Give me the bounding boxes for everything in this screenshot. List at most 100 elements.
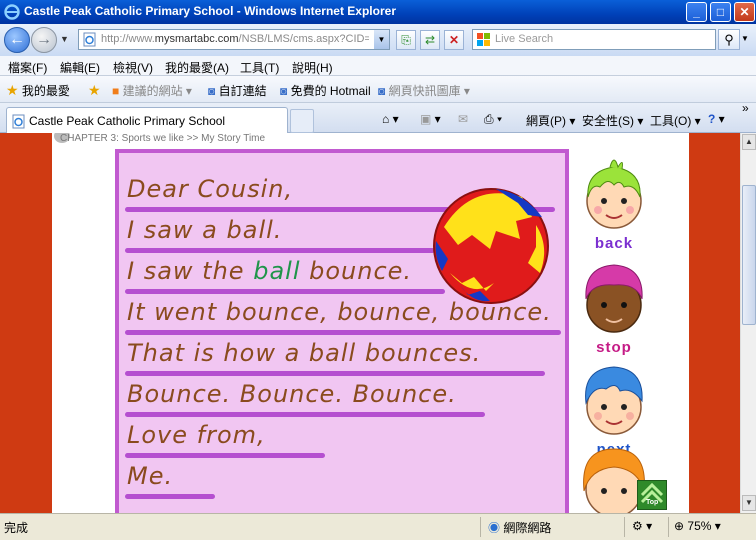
compatibility-view-button[interactable]: ⎘ bbox=[396, 30, 416, 50]
page-menu-button[interactable]: 網頁(P) ▾ bbox=[526, 112, 575, 129]
address-toolbar: ← → ▼ http://www.mysmartabc.com/NSB/LMS/… bbox=[0, 24, 756, 56]
story-line: Bounce. Bounce. Bounce. bbox=[127, 380, 457, 408]
breadcrumb: CHAPTER 3: Sports we like >> My Story Ti… bbox=[60, 133, 266, 144]
status-text: 完成 bbox=[4, 521, 29, 535]
title-bar: Castle Peak Catholic Primary School - Wi… bbox=[0, 0, 756, 24]
menu-edit[interactable]: 編輯(E) bbox=[60, 59, 100, 76]
page-icon bbox=[83, 32, 96, 47]
favorites-button[interactable]: ★ 我的最愛 bbox=[6, 82, 70, 99]
refresh-icon: ⇄ bbox=[424, 33, 436, 47]
scroll-down-icon[interactable]: ▼ bbox=[742, 495, 756, 511]
rss-icon: ▣ bbox=[420, 112, 432, 126]
line-underline bbox=[125, 412, 485, 417]
forward-nav-button[interactable]: → bbox=[31, 27, 57, 53]
line-underline bbox=[125, 494, 215, 499]
protected-mode-icon[interactable]: ⚙ ▾ bbox=[632, 519, 652, 533]
mail-icon: ✉ bbox=[458, 112, 469, 126]
kid-face-icon bbox=[586, 159, 642, 229]
zone-indicator[interactable]: ◉ 網際網路 bbox=[488, 519, 551, 536]
print-button[interactable]: ⎙ ▾ bbox=[484, 112, 502, 127]
tab-label: Castle Peak Catholic Primary School bbox=[29, 114, 226, 128]
close-x-icon: ✕ bbox=[448, 33, 460, 47]
tab-row: Castle Peak Catholic Primary School ⌂ ▾ … bbox=[0, 101, 756, 133]
menu-view[interactable]: 檢視(V) bbox=[113, 59, 153, 76]
address-bar[interactable]: http://www.mysmartabc.com/NSB/LMS/cms.as… bbox=[78, 29, 390, 50]
help-button[interactable]: ? ▾ bbox=[708, 112, 725, 126]
suggested-sites-icon: ■ bbox=[112, 84, 120, 98]
story-line: That is how a ball bounces. bbox=[127, 339, 482, 367]
line-underline bbox=[125, 248, 435, 253]
search-box[interactable]: Live Search bbox=[472, 29, 716, 50]
add-favorite-icon[interactable]: ★ bbox=[88, 82, 101, 99]
menu-favorites[interactable]: 我的最愛(A) bbox=[165, 59, 229, 76]
new-tab-button[interactable] bbox=[290, 109, 314, 133]
search-button[interactable]: ⚲ bbox=[718, 29, 740, 50]
scroll-up-icon[interactable]: ▲ bbox=[742, 134, 756, 150]
divider bbox=[480, 517, 481, 537]
suggested-sites-link[interactable]: ■ 建議的網站 ▾ bbox=[112, 82, 192, 99]
window-title: Castle Peak Catholic Primary School - Wi… bbox=[24, 4, 396, 18]
arrow-left-icon: ← bbox=[9, 31, 25, 48]
menu-file[interactable]: 檔案(F) bbox=[8, 59, 47, 76]
top-label: Top bbox=[646, 499, 659, 506]
tools-menu-button[interactable]: 工具(O) ▾ bbox=[650, 112, 701, 129]
stop-loading-button[interactable]: ✕ bbox=[444, 30, 464, 50]
story-line: Dear Cousin, bbox=[127, 175, 294, 203]
stop-nav-character[interactable]: stop bbox=[580, 257, 648, 356]
next-nav-character[interactable]: next bbox=[580, 359, 648, 458]
compat-icon: ⎘ bbox=[401, 33, 411, 47]
story-line: I saw a ball. bbox=[127, 216, 283, 244]
close-button[interactable]: ✕ bbox=[734, 2, 755, 22]
zoom-icon: ⊕ bbox=[674, 519, 685, 533]
search-placeholder: Live Search bbox=[495, 33, 554, 45]
refresh-button[interactable]: ⇄ bbox=[420, 30, 440, 50]
read-mail-button[interactable]: ✉ bbox=[458, 112, 468, 126]
help-icon: ? bbox=[708, 112, 716, 126]
menu-bar: 檔案(F) 編輯(E) 檢視(V) 我的最愛(A) 工具(T) 說明(H) bbox=[0, 56, 756, 76]
feeds-button[interactable]: ▣ ▾ bbox=[420, 112, 441, 126]
tab-castle-peak[interactable]: Castle Peak Catholic Primary School bbox=[6, 107, 288, 133]
more-commands-button[interactable]: » bbox=[742, 101, 749, 115]
story-line: Love from, bbox=[127, 421, 266, 449]
search-icon: ⚲ bbox=[724, 32, 734, 47]
history-dropdown-icon[interactable]: ▼ bbox=[60, 34, 69, 44]
page-content: CHAPTER 3: Sports we like >> My Story Ti… bbox=[0, 133, 740, 513]
live-search-logo-icon bbox=[477, 33, 491, 50]
web-slice-gallery-link[interactable]: ◙ 網頁快訊圖庫 ▾ bbox=[378, 82, 470, 99]
back-nav-button[interactable]: ← bbox=[4, 27, 30, 53]
ie-page-icon: ◙ bbox=[280, 84, 288, 98]
arrow-right-icon: → bbox=[36, 31, 52, 48]
safety-menu-button[interactable]: 安全性(S) ▾ bbox=[582, 112, 643, 129]
address-dropdown-icon[interactable]: ▼ bbox=[374, 30, 389, 49]
ie-page-icon: ◙ bbox=[378, 84, 386, 98]
menu-help[interactable]: 說明(H) bbox=[292, 59, 333, 76]
ie-page-icon: ◙ bbox=[208, 84, 216, 98]
url-text[interactable]: http://www.mysmartabc.com/NSB/LMS/cms.as… bbox=[101, 33, 369, 45]
back-label[interactable]: back bbox=[580, 235, 648, 252]
zoom-level[interactable]: ⊕ 75% ▾ bbox=[674, 519, 721, 533]
line-underline bbox=[125, 453, 325, 458]
status-bar: 完成 ◉ 網際網路 ⚙ ▾ ⊕ 75% ▾ bbox=[0, 513, 756, 540]
stop-label[interactable]: stop bbox=[580, 339, 648, 356]
divider bbox=[668, 517, 669, 537]
home-button[interactable]: ⌂ ▾ bbox=[382, 112, 399, 126]
custom-links-link[interactable]: ◙ 自訂連結 bbox=[208, 82, 267, 99]
story-line: Me. bbox=[127, 462, 174, 490]
hotmail-link[interactable]: ◙ 免費的 Hotmail bbox=[280, 82, 371, 99]
top-button[interactable]: Top bbox=[637, 480, 667, 510]
story-line: I saw the ball bounce. bbox=[127, 257, 413, 285]
divider bbox=[624, 517, 625, 537]
line-underline bbox=[125, 289, 445, 294]
line-underline bbox=[125, 330, 561, 335]
maximize-button[interactable]: □ bbox=[710, 2, 731, 22]
ball-illustration bbox=[433, 188, 549, 304]
star-icon: ★ bbox=[6, 82, 19, 98]
scroll-thumb[interactable] bbox=[742, 185, 756, 325]
vertical-scrollbar[interactable]: ▲ ▼ bbox=[740, 133, 756, 513]
menu-tools[interactable]: 工具(T) bbox=[240, 59, 279, 76]
globe-icon: ◉ bbox=[488, 521, 501, 535]
minimize-button[interactable]: _ bbox=[686, 2, 707, 22]
search-options-icon[interactable]: ▼ bbox=[741, 34, 749, 43]
back-nav-character[interactable]: back bbox=[580, 153, 648, 252]
printer-icon: ⎙ bbox=[484, 112, 494, 126]
